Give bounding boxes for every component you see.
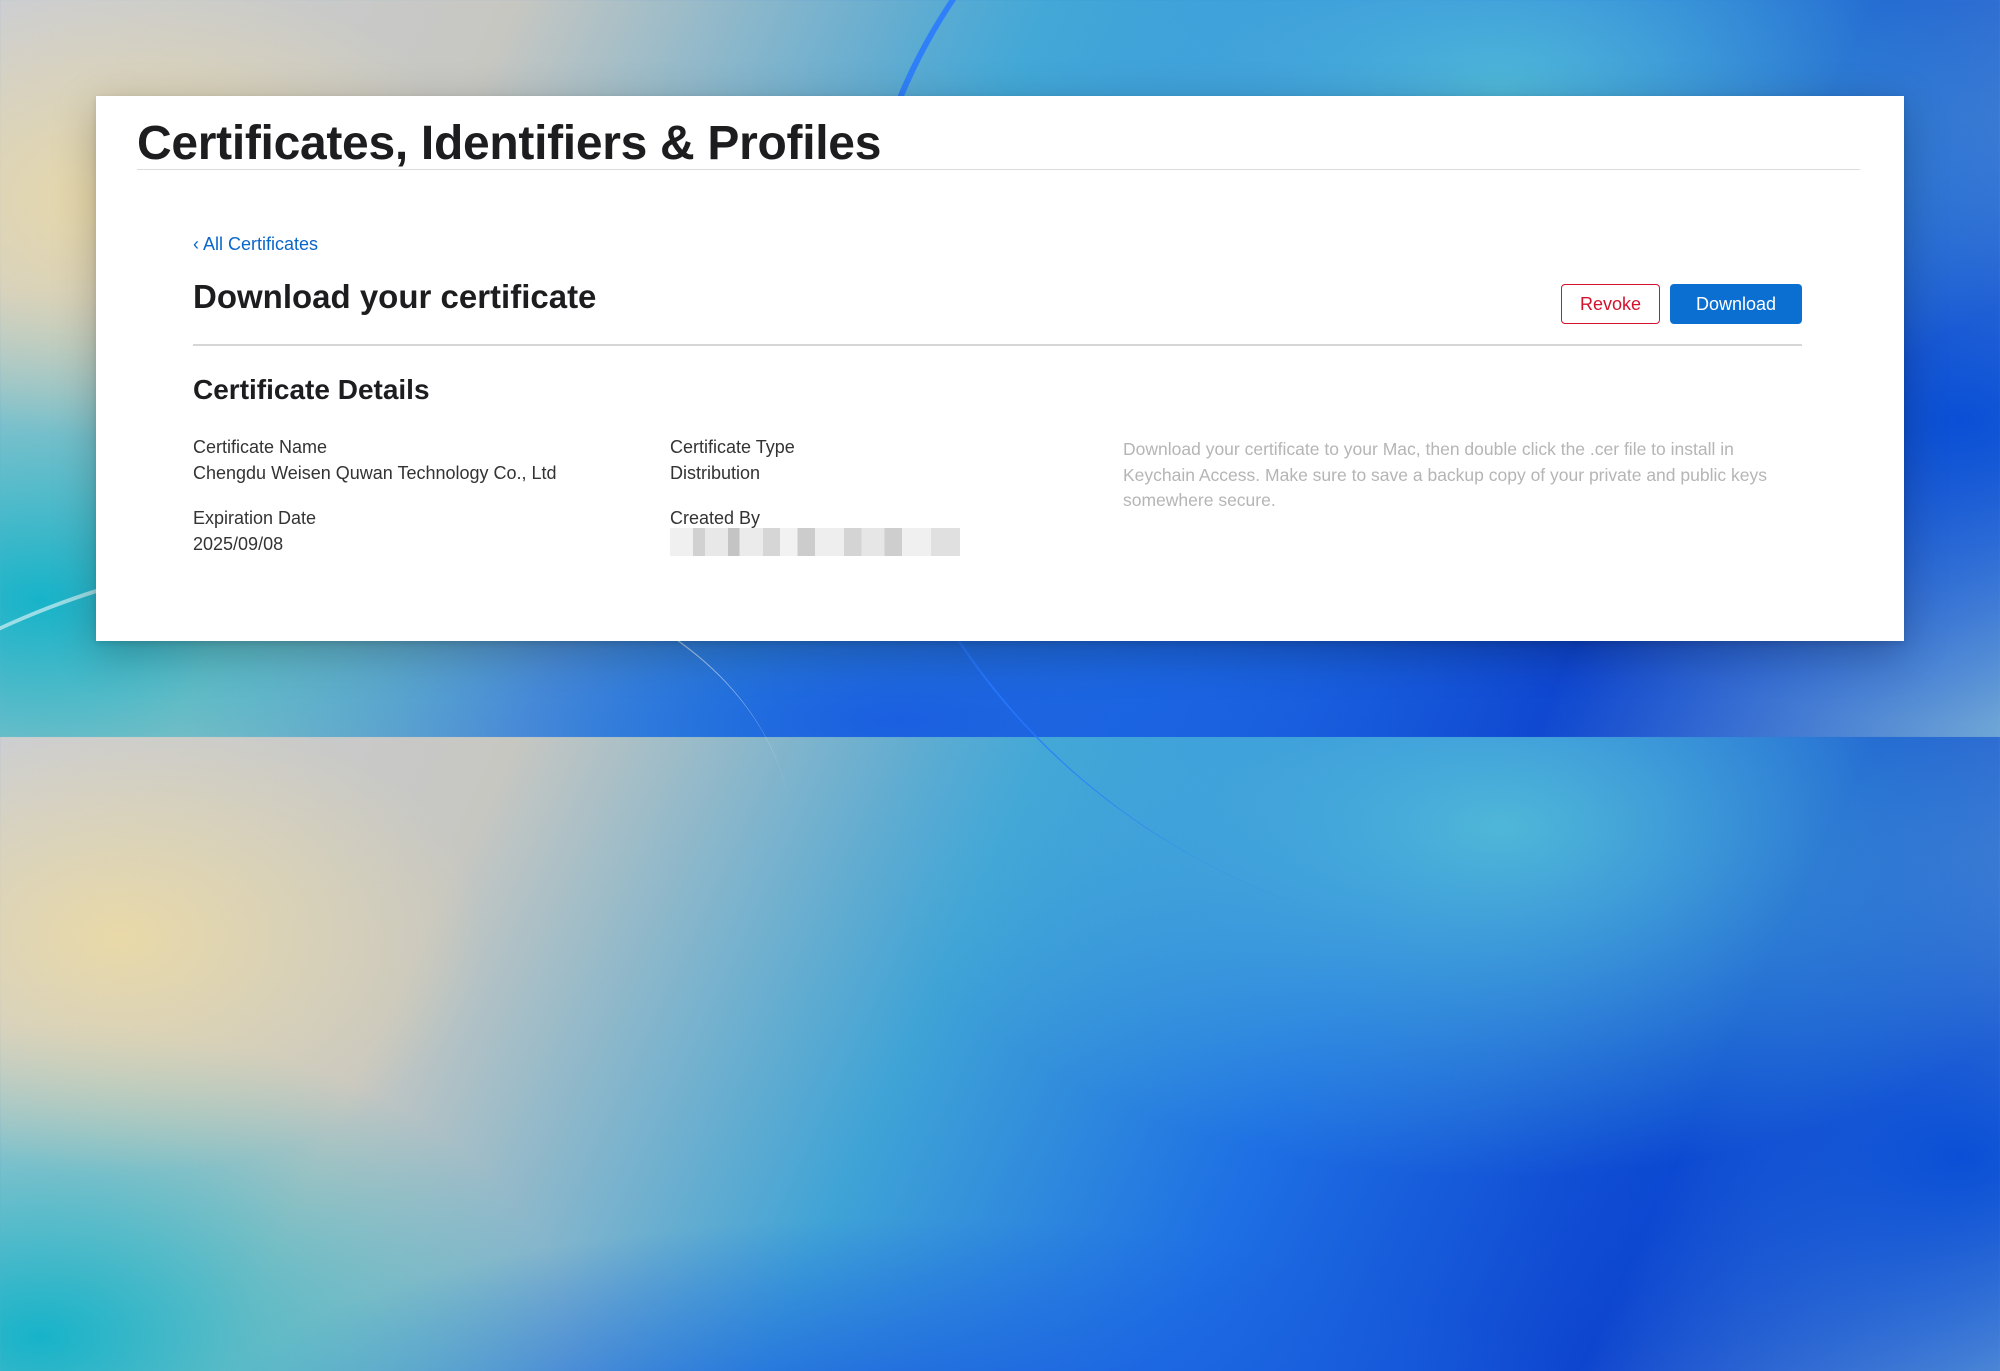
certificate-type-value: Distribution xyxy=(670,463,761,483)
certificate-details-heading: Certificate Details xyxy=(193,374,430,405)
all-certificates-link[interactable]: ‹ All Certificates xyxy=(193,234,318,255)
created-by-label: Created By xyxy=(670,508,761,528)
download-help-text: Download your certificate to your Mac, t… xyxy=(1123,439,1767,510)
download-heading: Download your certificate xyxy=(193,278,597,315)
page-title: Certificates, Identifiers & Profiles xyxy=(137,117,882,170)
certificate-type-label: Certificate Type xyxy=(670,437,795,457)
expiration-date-label: Expiration Date xyxy=(193,508,317,528)
revoke-button[interactable]: Revoke xyxy=(1561,284,1660,324)
title-divider xyxy=(137,169,1860,170)
expiration-date-value: 2025/09/08 xyxy=(193,534,284,554)
certificate-name-label: Certificate Name xyxy=(193,437,328,457)
browser-page: Certificates, Identifiers & Profiles ‹ A… xyxy=(96,96,1904,641)
download-button[interactable]: Download xyxy=(1670,284,1802,324)
section-divider xyxy=(193,344,1802,346)
certificate-name-value: Chengdu Weisen Quwan Technology Co., Ltd xyxy=(193,463,557,483)
created-by-value-redacted xyxy=(670,528,960,556)
